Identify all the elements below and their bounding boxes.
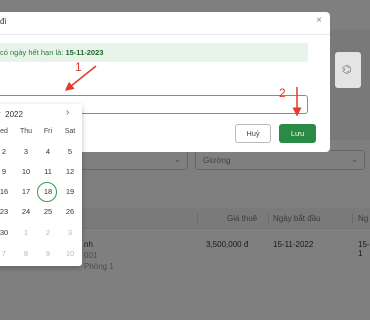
annotation-arrows [64,65,302,117]
arrow-to-date-input [64,65,97,91]
